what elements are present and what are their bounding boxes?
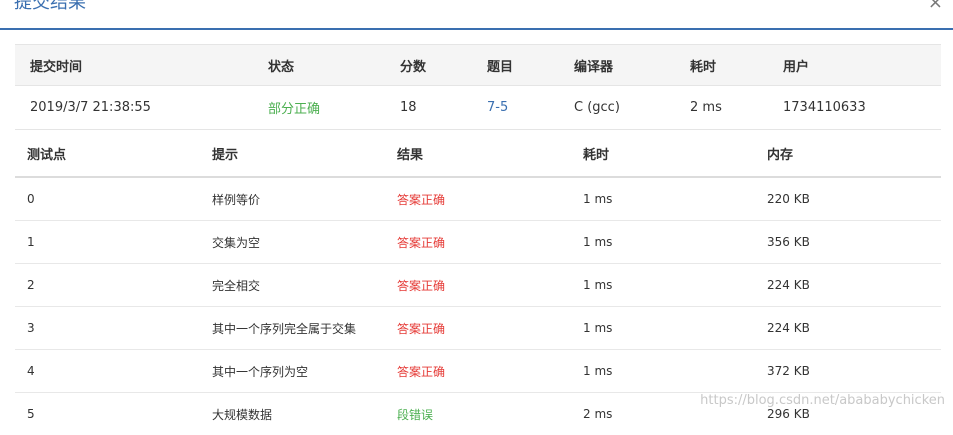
header-status: 状态 [268,59,295,75]
case-id: 2 [27,278,35,292]
dialog-header: 提交结果 × [0,0,953,30]
header-result: 结果 [397,147,424,163]
table-row: 3 其中一个序列完全属于交集 答案正确 1 ms 224 KB [15,307,941,350]
watermark-text: https://blog.csdn.net/abababychicken [700,393,945,408]
case-memory: 220 KB [767,192,810,206]
status-partially-correct: 部分正确 [268,102,321,117]
case-memory: 224 KB [767,321,810,335]
case-id: 1 [27,235,35,249]
close-icon[interactable]: × [928,0,943,13]
case-result: 答案正确 [397,192,446,207]
case-memory: 372 KB [767,364,810,378]
test-cases-table: 测试点 提示 结果 耗时 内存 0 样例等价 答案正确 1 ms 220 KB … [15,130,941,435]
table-row: 1 交集为空 答案正确 1 ms 356 KB [15,221,941,264]
case-result: 答案正确 [397,235,446,250]
table-row: 2 完全相交 答案正确 1 ms 224 KB [15,264,941,307]
compiler-value: C (gcc) [574,100,620,115]
case-time: 1 ms [583,278,613,292]
summary-row: 2019/3/7 21:38:55 部分正确 18 7-5 C (gcc) 2 … [15,86,941,130]
problem-link[interactable]: 7-5 [487,86,508,129]
case-hint: 样例等价 [212,192,261,207]
case-result: 答案正确 [397,278,446,293]
case-hint: 完全相交 [212,278,261,293]
score-value: 18 [400,100,417,115]
case-hint: 其中一个序列完全属于交集 [212,321,357,336]
table-row: 4 其中一个序列为空 答案正确 1 ms 372 KB [15,350,941,393]
table-row: 0 样例等价 答案正确 1 ms 220 KB [15,178,941,221]
header-submit-time: 提交时间 [30,59,83,75]
case-memory: 356 KB [767,235,810,249]
case-hint: 其中一个序列为空 [212,364,309,379]
case-time: 1 ms [583,364,613,378]
case-id: 5 [27,407,35,421]
header-time: 耗时 [583,147,610,163]
case-hint: 交集为空 [212,235,261,250]
case-memory: 224 KB [767,278,810,292]
summary-header-row: 提交时间 状态 分数 题目 编译器 耗时 用户 [15,44,941,86]
header-test-point: 测试点 [27,147,67,163]
case-id: 3 [27,321,35,335]
cases-header-row: 测试点 提示 结果 耗时 内存 [15,130,941,178]
duration-value: 2 ms [690,100,722,115]
case-result: 答案正确 [397,321,446,336]
header-hint: 提示 [212,147,239,163]
case-id: 0 [27,192,35,206]
case-id: 4 [27,364,35,378]
case-result: 段错误 [397,407,434,422]
submit-time: 2019/3/7 21:38:55 [30,100,151,115]
header-score: 分数 [400,59,427,75]
case-time: 1 ms [583,235,613,249]
case-time: 1 ms [583,321,613,335]
header-user: 用户 [783,59,810,75]
header-memory: 内存 [767,147,794,163]
header-problem: 题目 [487,59,514,75]
case-hint: 大规模数据 [212,407,273,422]
dialog-title: 提交结果 [14,0,86,13]
header-duration: 耗时 [690,59,717,75]
submission-summary-table: 提交时间 状态 分数 题目 编译器 耗时 用户 2019/3/7 21:38:5… [15,44,941,130]
header-compiler: 编译器 [574,59,614,75]
case-time: 1 ms [583,192,613,206]
user-id: 1734110633 [783,100,866,115]
case-result: 答案正确 [397,364,446,379]
case-time: 2 ms [583,407,613,421]
